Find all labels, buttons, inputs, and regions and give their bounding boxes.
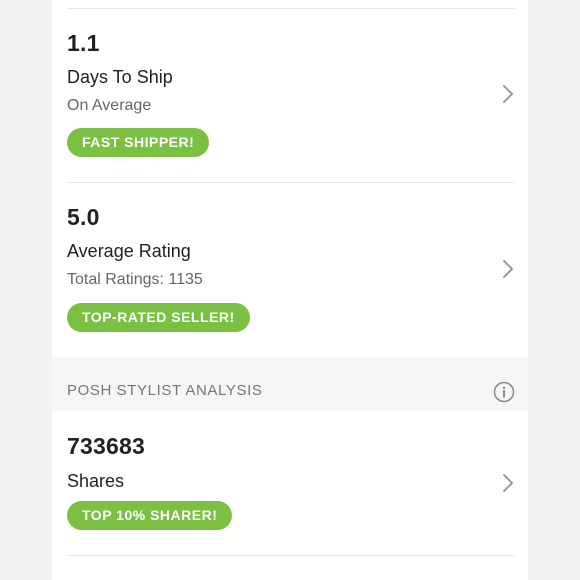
chevron-right-icon[interactable] [502,473,514,493]
stat-row-shares[interactable]: 733683 Shares TOP 10% SHARER! [52,411,528,555]
chevron-right-icon[interactable] [502,259,514,279]
fast-shipper-badge: FAST SHIPPER! [67,128,210,157]
divider [67,555,515,556]
average-rating-label: Average Rating [67,241,191,261]
shares-label: Shares [67,471,125,491]
days-to-ship-label: Days To Ship [67,67,173,87]
total-ratings-text: Total Ratings: 1135 [67,271,203,288]
section-title: POSH STYLIST ANALYSIS [67,382,263,399]
info-icon[interactable] [493,381,515,403]
shares-value: 733683 [67,433,145,459]
seller-stats-panel: 1.1 Days To Ship On Average FAST SHIPPER… [52,0,528,580]
stat-row-average-rating[interactable]: 5.0 Average Rating Total Ratings: 1135 T… [52,183,528,357]
posh-stylist-analysis-header: POSH STYLIST ANALYSIS [52,357,528,411]
average-rating-value: 5.0 [67,204,100,230]
days-to-ship-value: 1.1 [67,30,100,56]
top-rated-seller-badge: TOP-RATED SELLER! [67,303,250,332]
chevron-right-icon[interactable] [502,84,514,104]
stat-row-days-to-ship[interactable]: 1.1 Days To Ship On Average FAST SHIPPER… [52,0,528,182]
top-sharer-badge: TOP 10% SHARER! [67,501,233,530]
days-to-ship-subtext: On Average [67,97,152,114]
